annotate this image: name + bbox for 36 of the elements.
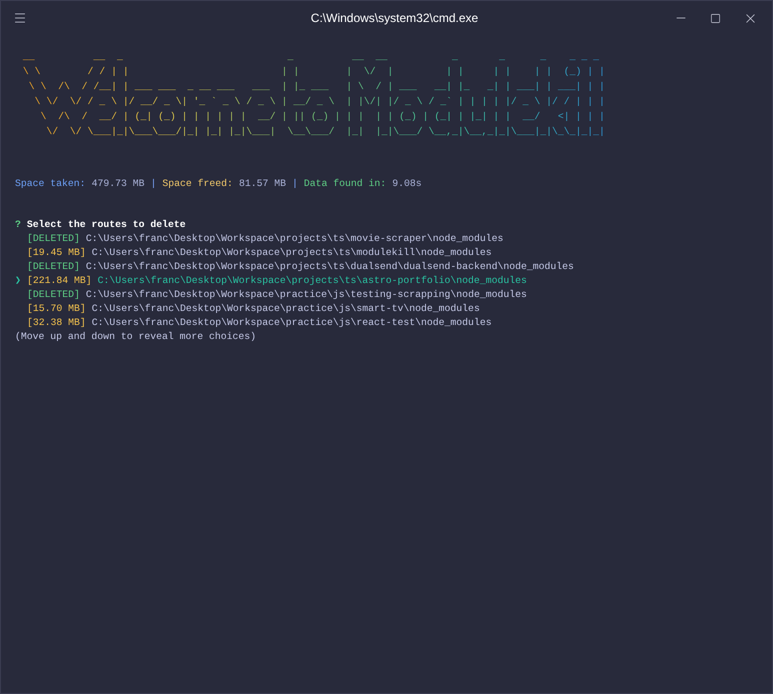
stat-value: 479.73 MB [92, 177, 144, 191]
stat-value: 81.57 MB [238, 177, 286, 191]
route-tag: [DELETED] [27, 288, 80, 302]
prompt-title: Select the routes to delete [26, 218, 186, 232]
route-path: C:\Users\franc\Desktop\Workspace\practice\js\react-test\node_modules [92, 316, 492, 330]
stat-separator: | [292, 177, 298, 191]
route-tag: [15.70 MB] [27, 302, 86, 316]
route-path: C:\Users\franc\Desktop\Workspace\projects\ts\dualsend\dualsend-backend\node_modules [86, 260, 574, 274]
window-title: C:\Windows\system32\cmd.exe [310, 10, 478, 27]
route-path: C:\Users\franc\Desktop\Workspace\projects\ts\movie-scraper\node_modules [86, 232, 504, 246]
route-tag: [DELETED] [27, 232, 80, 246]
hint-text: (Move up and down to reveal more choices) [15, 330, 258, 344]
route-item[interactable]: [15.70 MB] C:\Users\franc\Desktop\Workspace\practice\js\smart-tv\node_modules [15, 302, 772, 316]
route-item[interactable]: [32.38 MB] C:\Users\franc\Desktop\Workspace\practice\js\react-test\node_modules [15, 316, 772, 330]
menu-icon[interactable] [13, 11, 27, 25]
route-path: C:\Users\franc\Desktop\Workspace\practice\js\testing-scrapping\node_modules [86, 288, 527, 302]
stat-separator: | [150, 177, 156, 191]
route-path: C:\Users\franc\Desktop\Workspace\practice\js\smart-tv\node_modules [92, 302, 480, 316]
route-item[interactable]: [DELETED] C:\Users\franc\Desktop\Workspace\projects\ts\movie-scraper\node_modules [15, 232, 772, 246]
prompt-mark: ? [15, 218, 21, 232]
route-tag: [19.45 MB] [27, 246, 86, 260]
maximize-icon[interactable] [710, 12, 721, 24]
route-item[interactable]: ❯ [221.84 MB] C:\Users\franc\Desktop\Workspace\projects\ts\astro-portfolio\node_modules [15, 274, 772, 288]
route-path: C:\Users\franc\Desktop\Workspace\projects\ts\modulekill\node_modules [92, 246, 492, 260]
route-item[interactable]: [19.45 MB] C:\Users\franc\Desktop\Workspace\projects\ts\modulekill\node_modules [15, 246, 772, 260]
route-item[interactable]: [DELETED] C:\Users\franc\Desktop\Workspace\practice\js\testing-scrapping\node_modules [15, 288, 772, 302]
stat-label: Space taken: [15, 177, 86, 191]
route-item[interactable]: [DELETED] C:\Users\franc\Desktop\Workspace\projects\ts\dualsend\dualsend-backend\node_modules [15, 260, 772, 274]
stat-value: 9.08s [392, 177, 422, 191]
route-tag: [32.38 MB] [27, 316, 86, 330]
stat-label: Data found in: [304, 177, 386, 191]
cursor: ❯ [15, 274, 22, 288]
route-tag: [DELETED] [27, 260, 80, 274]
stat-label: Space freed: [162, 177, 233, 191]
route-tag: [221.84 MB] [27, 274, 92, 288]
route-path: C:\Users\franc\Desktop\Workspace\projects\ts\astro-portfolio\node_modules [98, 274, 527, 288]
